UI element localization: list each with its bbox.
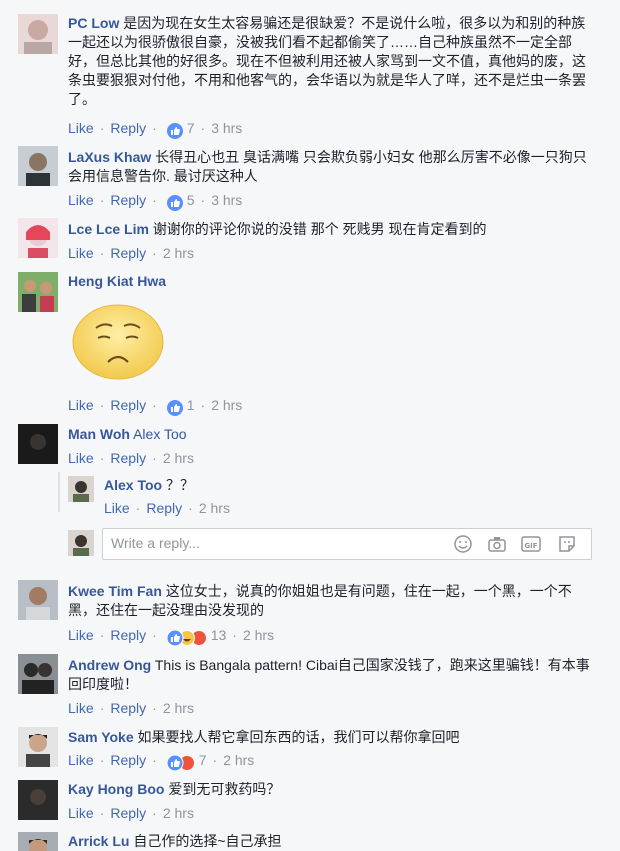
comment-text: 谢谢你的评论你说的没错 那个 死贱男 现在肯定看到的 — [152, 221, 487, 237]
comment-actions: Like · Reply · 7 · 2 hrs — [68, 750, 254, 772]
comment-actions: Like · Reply · 7 · 3 hrs — [68, 118, 242, 139]
author-name[interactable]: Heng Kiat Hwa — [68, 273, 166, 289]
comment-body: Arrick Lu 自己作的选择~自己承担 — [68, 832, 598, 851]
comment-body: Kay Hong Boo 爱到无可救药吗？ — [68, 780, 598, 799]
reply-placeholder: Write a reply... — [111, 535, 200, 551]
comment-actions: Like · Reply · 2 hrs — [68, 700, 194, 716]
reply-button[interactable]: Reply — [110, 245, 146, 261]
comment-text: 爱到无可救药吗？ — [168, 781, 281, 797]
author-name[interactable]: Kay Hong Boo — [68, 781, 164, 797]
avatar[interactable] — [18, 727, 58, 767]
timestamp[interactable]: 3 hrs — [211, 120, 242, 136]
comment-actions: Like · Reply · 2 hrs — [68, 245, 194, 261]
emoji-icon[interactable] — [453, 534, 473, 554]
avatar[interactable] — [68, 476, 94, 502]
camera-icon[interactable] — [487, 534, 507, 554]
timestamp[interactable]: 2 hrs — [163, 450, 194, 466]
timestamp[interactable]: 2 hrs — [211, 397, 242, 413]
author-name[interactable]: Arrick Lu — [68, 833, 129, 849]
like-button[interactable]: Like — [68, 192, 94, 208]
comment-body: Man Woh Alex Too — [68, 425, 598, 444]
author-name[interactable]: Sam Yoke — [68, 729, 134, 745]
reply-input[interactable]: Write a reply... GIF — [102, 528, 592, 560]
reply-button[interactable]: Reply — [110, 752, 146, 768]
current-user-avatar — [68, 530, 94, 556]
author-name[interactable]: Man Woh — [68, 426, 130, 442]
timestamp[interactable]: 2 hrs — [163, 805, 194, 821]
comment-body: Sam Yoke 如果要找人帮它拿回东西的话，我们可以帮你拿回吧 — [68, 728, 598, 747]
avatar[interactable] — [18, 218, 58, 258]
like-button[interactable]: Like — [104, 500, 130, 516]
comment-body: LaXus Khaw 长得丑心也丑 臭话满嘴 只会欺负弱小妇女 他那么厉害不必像… — [68, 148, 598, 186]
author-name[interactable]: LaXus Khaw — [68, 149, 151, 165]
avatar[interactable] — [18, 832, 58, 851]
like-button[interactable]: Like — [68, 450, 94, 466]
comment-actions: Like · Reply · 13 · 2 hrs — [68, 625, 274, 647]
comment-actions: Like · Reply · 2 hrs — [68, 450, 194, 466]
reaction-count[interactable]: 1 — [187, 397, 195, 413]
comment-body: PC Low 是因为现在女生太容易骗还是很缺爱？不是说什么啦，很多以为和别的种族… — [68, 14, 598, 109]
like-button[interactable]: Like — [68, 245, 94, 261]
timestamp[interactable]: 2 hrs — [163, 700, 194, 716]
timestamp[interactable]: 2 hrs — [223, 752, 254, 768]
author-name[interactable]: Lce Lce Lim — [68, 221, 149, 237]
sticker-icon — [72, 300, 164, 380]
comment-text: 自己作的选择~自己承担 — [133, 833, 282, 849]
author-name[interactable]: Alex Too — [104, 477, 162, 493]
author-name[interactable]: Kwee Tim Fan — [68, 583, 162, 599]
like-button[interactable]: Like — [68, 397, 94, 413]
comment-body: Heng Kiat Hwa — [68, 272, 598, 291]
author-name[interactable]: Andrew Ong — [68, 657, 151, 673]
comment-body: Andrew Ong This is Bangala pattern! Ciba… — [68, 656, 598, 694]
like-button[interactable]: Like — [68, 700, 94, 716]
author-name[interactable]: PC Low — [68, 15, 119, 31]
gif-icon[interactable]: GIF — [521, 534, 541, 554]
comment-actions: Like · Reply · 5 · 3 hrs — [68, 190, 242, 211]
comment-actions: Like · Reply · 2 hrs — [68, 805, 194, 821]
reaction-count[interactable]: 13 — [211, 627, 227, 643]
like-button[interactable]: Like — [68, 805, 94, 821]
comment-body: Alex Too ？？ — [104, 476, 598, 495]
comment-text: 是因为现在女生太容易骗还是很缺爱？不是说什么啦，很多以为和别的种族一起还以为很骄… — [68, 15, 586, 107]
avatar[interactable] — [18, 272, 58, 312]
reply-button[interactable]: Reply — [110, 397, 146, 413]
avatar[interactable] — [18, 14, 58, 54]
reaction-count[interactable]: 7 — [199, 752, 207, 768]
comment-actions: Like · Reply · 1 · 2 hrs — [68, 395, 242, 416]
reply-button[interactable]: Reply — [110, 700, 146, 716]
like-angry-reaction-icon[interactable] — [166, 751, 195, 772]
reaction-count[interactable]: 7 — [187, 120, 195, 136]
reply-button[interactable]: Reply — [110, 450, 146, 466]
comment-text: ？？ — [165, 477, 194, 493]
mention-link[interactable]: Alex Too — [133, 426, 186, 442]
comment-body: Lce Lce Lim 谢谢你的评论你说的没错 那个 死贱男 现在肯定看到的 — [68, 220, 598, 239]
reply-button[interactable]: Reply — [146, 500, 182, 516]
timestamp[interactable]: 2 hrs — [163, 245, 194, 261]
svg-text:GIF: GIF — [524, 542, 537, 550]
sticker-icon[interactable] — [557, 534, 577, 554]
reaction-count[interactable]: 5 — [187, 192, 195, 208]
like-haha-angry-reaction-icon[interactable] — [166, 626, 207, 647]
avatar[interactable] — [18, 580, 58, 620]
timestamp[interactable]: 2 hrs — [243, 627, 274, 643]
comment-text: 如果要找人帮它拿回东西的话，我们可以帮你拿回吧 — [137, 729, 460, 745]
comment-body: Kwee Tim Fan 这位女士，说真的你姐姐也是有问题，住在一起，一个黑，一… — [68, 582, 598, 620]
reply-button[interactable]: Reply — [110, 192, 146, 208]
timestamp[interactable]: 2 hrs — [199, 500, 230, 516]
like-button[interactable]: Like — [68, 120, 94, 136]
comment-actions: Like · Reply · 2 hrs — [104, 500, 230, 516]
avatar[interactable] — [18, 146, 58, 186]
like-reaction-icon[interactable] — [166, 191, 183, 211]
reply-button[interactable]: Reply — [110, 120, 146, 136]
reply-button[interactable]: Reply — [110, 627, 146, 643]
like-button[interactable]: Like — [68, 627, 94, 643]
reply-button[interactable]: Reply — [110, 805, 146, 821]
avatar[interactable] — [18, 654, 58, 694]
timestamp[interactable]: 3 hrs — [211, 192, 242, 208]
like-reaction-icon[interactable] — [166, 396, 183, 416]
avatar[interactable] — [18, 424, 58, 464]
like-reaction-icon[interactable] — [166, 119, 183, 139]
avatar[interactable] — [18, 780, 58, 820]
like-button[interactable]: Like — [68, 752, 94, 768]
